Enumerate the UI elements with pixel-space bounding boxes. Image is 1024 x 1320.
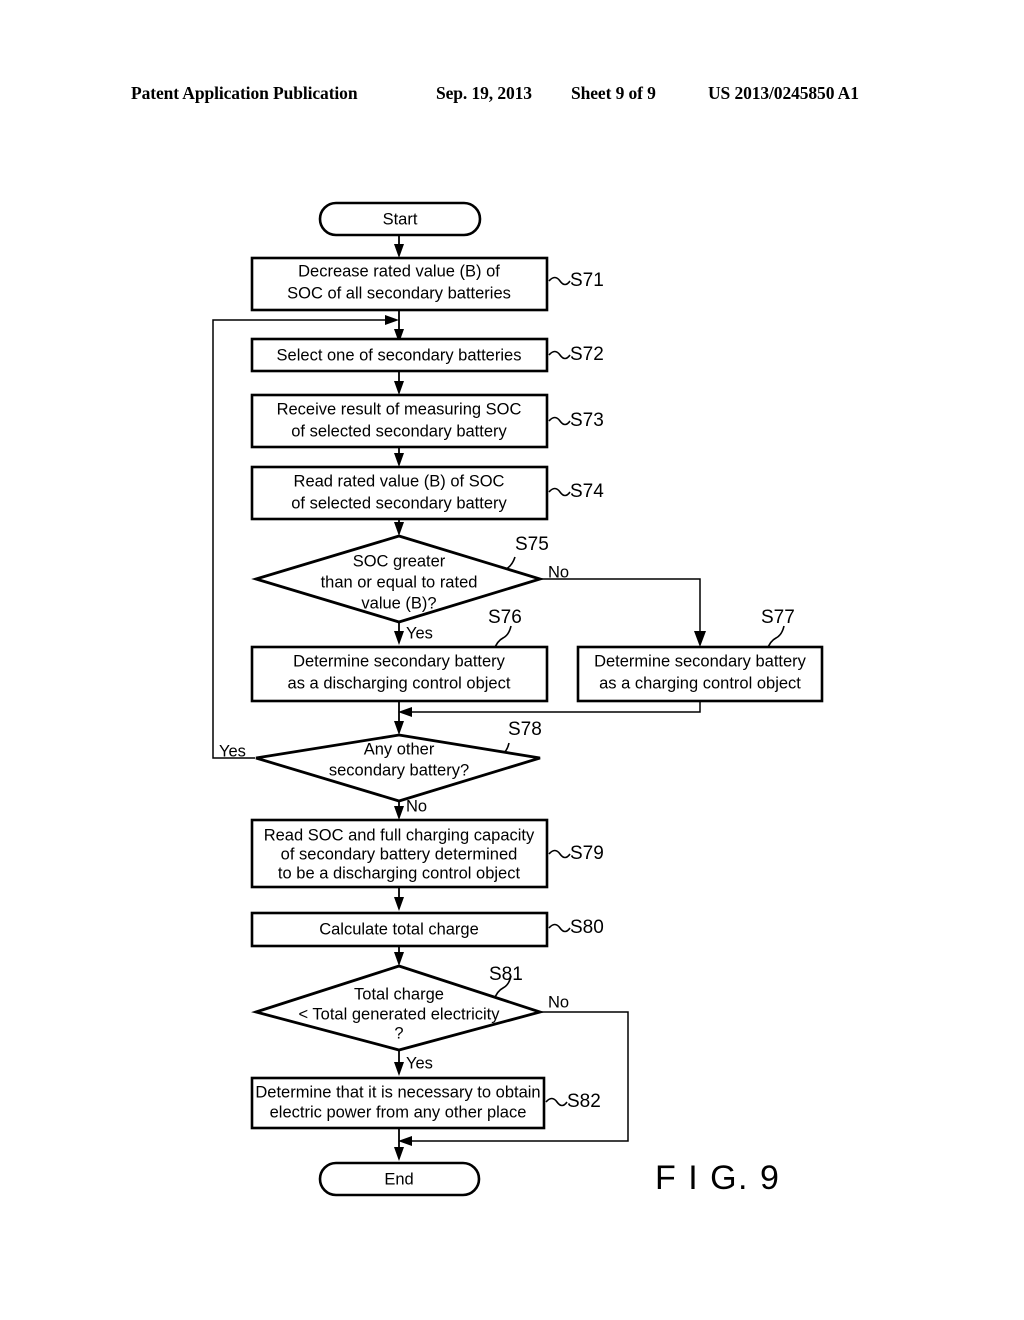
leader-s72 (548, 350, 571, 360)
s78-step-label: S78 (508, 719, 542, 740)
s82-step-label: S82 (567, 1091, 601, 1112)
s72-step-label: S72 (570, 344, 604, 365)
s81-no-label: No (548, 993, 569, 1011)
s74-step-label: S74 (570, 481, 604, 502)
node-s75: SOC greater than or equal to rated value… (251, 534, 569, 642)
s73-line-2: of selected secondary battery (291, 422, 507, 440)
leader-s74 (548, 487, 571, 497)
s76-line-1: Determine secondary battery (293, 652, 506, 670)
arrowhead-s81-no-bypass (398, 1136, 412, 1146)
end-terminal-label: End (384, 1170, 413, 1188)
s75-line-1: SOC greater (353, 552, 446, 570)
arrowhead-s74-to-s75 (394, 522, 404, 536)
s71-line-2: SOC of all secondary batteries (287, 284, 511, 302)
arrowhead-start-to-s71 (394, 244, 404, 258)
s80-step-label: S80 (570, 917, 604, 938)
s72-line-1: Select one of secondary batteries (277, 346, 522, 364)
node-s74: Read rated value (B) of SOC of selected … (250, 465, 604, 521)
s79-line-1: Read SOC and full charging capacity (264, 826, 535, 844)
arrowhead-s72-to-s73 (394, 381, 404, 395)
arrowhead-s82-to-end (394, 1147, 404, 1161)
node-s71: Decrease rated value (B) of SOC of all s… (250, 256, 604, 312)
s77-step-label: S77 (761, 607, 795, 628)
arrowhead-s75-no-to-s77 (694, 631, 706, 647)
arrowhead-s76-to-s78 (394, 721, 404, 735)
leader-s71 (548, 276, 571, 286)
s81-yes-label: Yes (406, 1054, 433, 1072)
arrowhead-s73-to-s74 (394, 453, 404, 467)
node-s79: Read SOC and full charging capacity of s… (250, 818, 604, 889)
node-s81: Total charge < Total generated electrici… (251, 964, 569, 1072)
arrowhead-s81-yes-to-s82 (394, 1062, 404, 1076)
s81-line-3: ? (394, 1024, 403, 1042)
node-s82: Determine that it is necessary to obtain… (250, 1076, 601, 1130)
leader-s82 (545, 1097, 568, 1107)
leader-s73 (548, 416, 571, 426)
connector-s75-no-to-s77 (540, 578, 701, 639)
node-s80: Calculate total charge S80 (250, 911, 604, 948)
s77-line-2: as a charging control object (599, 674, 801, 692)
s82-line-1: Determine that it is necessary to obtain (255, 1083, 540, 1101)
s74-line-2: of selected secondary battery (291, 494, 507, 512)
s81-line-1: Total charge (354, 985, 444, 1003)
s71-line-1: Decrease rated value (B) of (298, 262, 500, 280)
s78-line-1: Any other (364, 740, 435, 758)
arrowhead-s79-to-s80 (394, 897, 404, 911)
s77-line-1: Determine secondary battery (594, 652, 807, 670)
connector-s77-to-s78-merge (406, 701, 701, 713)
s74-line-1: Read rated value (B) of SOC (294, 472, 505, 490)
s75-line-2: than or equal to rated (321, 573, 478, 591)
s78-line-2: secondary battery? (329, 761, 469, 779)
s81-step-label: S81 (489, 964, 523, 985)
s73-line-1: Receive result of measuring SOC (277, 400, 522, 418)
s76-line-2: as a discharging control object (288, 674, 511, 692)
node-end: End (318, 1161, 481, 1197)
arrowhead-s80-to-s81 (394, 952, 404, 966)
arrowhead-s75-yes-to-s76 (394, 631, 404, 645)
node-s72: Select one of secondary batteries S72 (250, 337, 604, 373)
s75-line-3: value (B)? (361, 594, 436, 612)
arrowhead-s78-no-to-s79 (394, 806, 404, 820)
s75-step-label: S75 (515, 534, 549, 555)
leader-s80 (548, 923, 571, 933)
s80-line-1: Calculate total charge (319, 920, 479, 938)
s78-yes-label: Yes (219, 742, 246, 760)
s75-yes-label: Yes (406, 624, 433, 642)
s81-line-2: < Total generated electricity (298, 1005, 500, 1023)
s82-line-2: electric power from any other place (270, 1103, 527, 1121)
leader-s79 (548, 849, 571, 859)
s75-no-label: No (548, 563, 569, 581)
s78-no-label: No (406, 797, 427, 815)
figure-label: F I G. 9 (655, 1159, 780, 1197)
start-terminal-label: Start (383, 210, 418, 228)
s76-step-label: S76 (488, 607, 522, 628)
s73-step-label: S73 (570, 410, 604, 431)
node-s78: Any other secondary battery? S78 Yes No (219, 719, 542, 815)
s79-line-2: of secondary battery determined (281, 845, 518, 863)
arrowhead-s77-merge (398, 707, 412, 717)
s71-step-label: S71 (570, 270, 604, 291)
node-start: Start (318, 201, 482, 237)
s79-step-label: S79 (570, 843, 604, 864)
arrowhead-s78-yes-loop (385, 315, 399, 325)
figure-flowchart: Start Decrease rated value (B) of SOC of… (0, 0, 1024, 1320)
s79-line-3: to be a discharging control object (278, 864, 521, 882)
node-s73: Receive result of measuring SOC of selec… (250, 393, 604, 449)
